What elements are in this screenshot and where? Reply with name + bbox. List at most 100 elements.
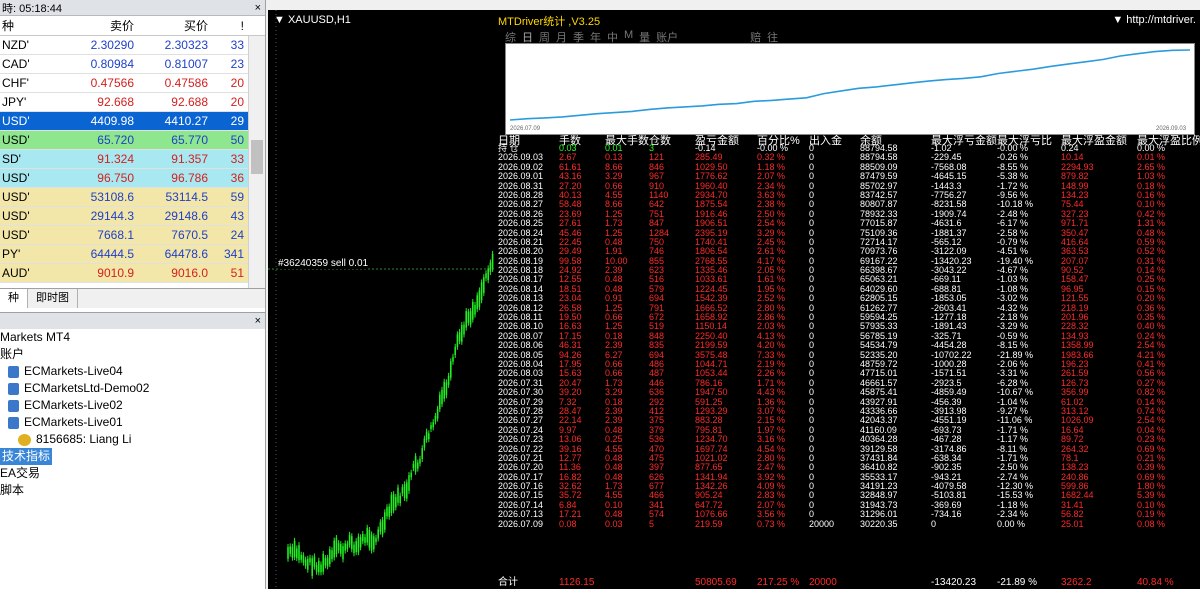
- table-row[interactable]: 2026.08.04 17.95 0.66 486 1044.71 2.19 % 0 4875…: [495, 359, 1200, 369]
- table-row[interactable]: 2026.08.06 46.31 2.39 835 2199.59 4.20 % 0 5453…: [495, 340, 1200, 350]
- table-row[interactable]: 2026.08.07 17.15 0.18 848 2250.40 4.13 % 0 5678…: [495, 331, 1200, 341]
- table-row[interactable]: 2026.07.15 35.72 4.55 466 905.24 2.83 % 0 32848…: [495, 491, 1200, 501]
- table-row[interactable]: 2026.07.23 13.06 0.25 536 1234.70 3.16 % 0 4036…: [495, 434, 1200, 444]
- candle-body: [298, 545, 300, 561]
- table-row[interactable]: 2026.07.22 39.16 4.55 470 1697.74 4.54 % 0 3912…: [495, 444, 1200, 454]
- market-watch-scrollbar[interactable]: [248, 36, 265, 288]
- table-row[interactable]: 2026.08.10 16.63 1.25 519 1150.14 2.03 % 0 5793…: [495, 322, 1200, 332]
- server-icon: [8, 416, 19, 429]
- candle-body: [454, 346, 456, 356]
- candle-body: [302, 555, 305, 563]
- table-row[interactable]: 2026.07.09 0.08 0.03 5 219.59 0.73 % 20000 3022…: [495, 518, 1200, 529]
- table-row[interactable]: 2026.07.24 9.97 0.48 379 795.81 1.97 % 0 41160.…: [495, 425, 1200, 435]
- candle-body: [395, 496, 397, 508]
- table-row[interactable]: 2026.07.28 28.47 2.39 412 1293.29 3.07 % 0 4333…: [495, 406, 1200, 416]
- table-row[interactable]: 2026.07.20 11.36 0.48 397 877.65 2.47 % 0 36410…: [495, 462, 1200, 472]
- stats-url[interactable]: ▼ http://mtdriver.: [1112, 14, 1196, 26]
- market-watch-row[interactable]: CAD' 0.80984 0.81007 23: [0, 55, 248, 74]
- navigator-item-label: 8156685: Liang Li: [36, 432, 132, 446]
- table-row[interactable]: 2026.07.13 17.21 0.48 574 1076.66 3.56 % 0 3129…: [495, 509, 1200, 519]
- table-row[interactable]: 2026.08.03 15.63 0.66 487 1053.44 2.26 % 0 4771…: [495, 368, 1200, 378]
- table-row[interactable]: 2026.08.05 94.26 6.27 694 3575.48 7.33 % 0 5233…: [495, 350, 1200, 360]
- candle-body: [307, 558, 309, 570]
- table-row[interactable]: 2026.08.24 45.46 1.25 1284 2395.19 3.29 % 0 751…: [495, 228, 1200, 238]
- table-row[interactable]: 2026.08.27 58.48 8.66 642 1875.54 2.38 % 0 8080…: [495, 199, 1200, 209]
- market-watch-row[interactable]: USD' 53108.6 53114.5 59: [0, 188, 248, 207]
- navigator-item[interactable]: 账户: [0, 346, 265, 363]
- market-watch-row[interactable]: USD' 29144.3 29148.6 43: [0, 207, 248, 226]
- table-row[interactable]: 2026.07.29 7.32 0.18 292 591.25 1.36 % 0 43927.…: [495, 397, 1200, 407]
- table-row[interactable]: 2026.08.12 26.58 1.25 791 1666.52 2.80 % 0 6126…: [495, 303, 1200, 313]
- table-cell: 219.59: [695, 518, 723, 529]
- spread-value: 33: [230, 152, 244, 166]
- symbol-name: CAD': [2, 57, 30, 71]
- navigator-item[interactable]: ECMarketsLtd-Demo02: [0, 380, 265, 397]
- navigator-item[interactable]: EA交易: [0, 465, 265, 482]
- market-watch-row[interactable]: USD' 4409.98 4410.27 29: [0, 112, 248, 131]
- tab-tick-chart[interactable]: 即时图: [28, 289, 78, 308]
- candle-body: [370, 534, 373, 551]
- price-chart[interactable]: ▼ XAUUSD,H1 #36240359 sell 0.01: [268, 10, 495, 589]
- table-row[interactable]: 2026.08.14 18.51 0.48 579 1224.45 1.95 % 0 6402…: [495, 284, 1200, 294]
- market-watch-row[interactable]: SD' 91.324 91.357 33: [0, 150, 248, 169]
- table-row[interactable]: 2026.08.19 99.58 10.00 855 2768.55 4.17 % 0 691…: [495, 256, 1200, 266]
- table-row[interactable]: 2026.08.11 19.50 0.66 672 1658.92 2.86 % 0 5959…: [495, 312, 1200, 322]
- header-spread[interactable]: !: [212, 16, 248, 35]
- header-symbol[interactable]: 种: [0, 16, 64, 35]
- navigator-item[interactable]: ECMarkets-Live01: [0, 414, 265, 431]
- navigator-item[interactable]: 脚本: [0, 482, 265, 499]
- symbol-name: SD': [2, 152, 21, 166]
- server-icon: [8, 365, 19, 378]
- spread-value: 20: [230, 76, 244, 90]
- market-watch-row[interactable]: USD' 96.750 96.786 36: [0, 169, 248, 188]
- table-cell: 0.08 %: [1137, 518, 1166, 529]
- table-row[interactable]: 2026.08.21 22.45 0.48 750 1740.41 2.45 % 0 7271…: [495, 237, 1200, 247]
- table-row[interactable]: 2026.08.18 24.92 2.39 623 1335.46 2.05 % 0 6639…: [495, 265, 1200, 275]
- navigator-item[interactable]: ECMarkets-Live02: [0, 397, 265, 414]
- table-row[interactable]: 2026.07.30 39.20 3.29 636 1947.50 4.43 % 0 4587…: [495, 387, 1200, 397]
- table-row[interactable]: 2026.07.16 32.62 1.73 677 1342.26 4.09 % 0 3419…: [495, 481, 1200, 491]
- table-row[interactable]: 2026.09.01 43.16 3.29 967 1776.62 2.07 % 0 8747…: [495, 171, 1200, 181]
- market-watch-row[interactable]: PY' 64444.5 64478.6 341: [0, 245, 248, 264]
- table-row[interactable]: 2026.08.13 23.04 0.91 694 1542.39 2.52 % 0 6280…: [495, 293, 1200, 303]
- table-cell: 5: [649, 518, 655, 529]
- navigator-item[interactable]: Markets MT4: [0, 329, 265, 346]
- table-row[interactable]: 2026.08.26 23.69 1.25 751 1916.46 2.50 % 0 7893…: [495, 209, 1200, 219]
- table-row[interactable]: 2026.07.17 16.82 0.48 626 1341.94 3.92 % 0 3553…: [495, 472, 1200, 482]
- header-ask[interactable]: 买价: [138, 16, 212, 35]
- tab-symbols[interactable]: 种: [0, 289, 28, 308]
- table-row[interactable]: 2026.08.17 12.55 0.48 516 1033.61 1.61 % 0 6506…: [495, 275, 1200, 285]
- table-row[interactable]: 2026.08.31 27.20 0.66 910 1960.40 2.34 % 0 8570…: [495, 181, 1200, 191]
- market-watch-row[interactable]: NZD' 2.30290 2.30323 33: [0, 36, 248, 55]
- table-row[interactable]: 2026.08.20 29.49 1.91 746 1806.54 2.61 % 0 7097…: [495, 246, 1200, 256]
- navigator-item[interactable]: 技术指标: [0, 448, 265, 465]
- stats-title: MTDriver统计 ,V3.25: [498, 16, 601, 28]
- ask-price: 65.770: [171, 133, 208, 147]
- market-watch-row[interactable]: USD' 65.720 65.770 50: [0, 131, 248, 150]
- table-row[interactable]: 2026.09.03 2.67 0.13 121 285.49 0.32 % 0 88794.…: [495, 152, 1200, 162]
- table-row[interactable]: 2026.07.27 22.14 2.39 375 883.28 2.15 % 0 42043…: [495, 415, 1200, 425]
- close-icon[interactable]: ×: [255, 315, 261, 327]
- ask-price: 96.786: [171, 171, 208, 185]
- table-row[interactable]: 2026.08.28 40.13 4.55 1140 2934.70 3.63 % 0 837…: [495, 190, 1200, 200]
- navigator-item[interactable]: 8156685: Liang Li: [0, 431, 265, 448]
- market-watch-row[interactable]: JPY' 92.668 92.688 20: [0, 93, 248, 112]
- market-watch-row[interactable]: USD' 7668.1 7670.5 24: [0, 226, 248, 245]
- navigator-item[interactable]: ECMarkets-Live04: [0, 363, 265, 380]
- symbol-name: USD': [2, 171, 30, 185]
- candle-body: [403, 484, 406, 499]
- close-icon[interactable]: ×: [255, 2, 261, 14]
- candle-body: [406, 482, 408, 499]
- candle-body: [353, 544, 355, 554]
- total-max-float-profit-pct: 40.84 %: [1137, 577, 1174, 588]
- table-row[interactable]: 2026.07.14 6.84 0.10 341 647.72 2.07 % 0 31943.…: [495, 500, 1200, 510]
- table-row[interactable]: 2026.09.02 61.61 8.66 846 1029.50 1.18 % 0 8850…: [495, 162, 1200, 172]
- market-watch-row[interactable]: AUD' 9010.9 9016.0 51: [0, 264, 248, 283]
- table-row[interactable]: 2026.08.25 27.61 1.73 847 1906.51 2.54 % 0 7701…: [495, 218, 1200, 228]
- header-bid[interactable]: 卖价: [64, 16, 138, 35]
- table-row[interactable]: 2026.07.31 20.47 1.73 446 786.16 1.71 % 0 46661…: [495, 378, 1200, 388]
- ask-price: 53114.5: [165, 190, 209, 204]
- table-row[interactable]: 2026.07.21 12.77 0.48 475 1021.02 2.80 % 0 3743…: [495, 453, 1200, 463]
- market-watch-row[interactable]: CHF' 0.47566 0.47586 20: [0, 74, 248, 93]
- scrollbar-thumb[interactable]: [251, 140, 263, 174]
